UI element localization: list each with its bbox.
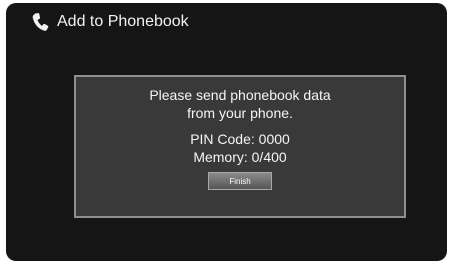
- header: Add to Phonebook: [30, 11, 189, 33]
- phonebook-screen: Add to Phonebook Please send phonebook d…: [6, 3, 447, 261]
- phone-icon: [30, 11, 50, 33]
- message-line-2: from your phone.: [187, 105, 293, 121]
- phonebook-transfer-dialog: Please send phonebook data from your pho…: [74, 75, 406, 218]
- pin-code-text: PIN Code: 0000: [190, 131, 290, 147]
- memory-text: Memory: 0/400: [193, 149, 287, 165]
- page-title: Add to Phonebook: [57, 13, 189, 30]
- message-line-1: Please send phonebook data: [149, 87, 331, 103]
- finish-button[interactable]: Finish: [208, 172, 272, 190]
